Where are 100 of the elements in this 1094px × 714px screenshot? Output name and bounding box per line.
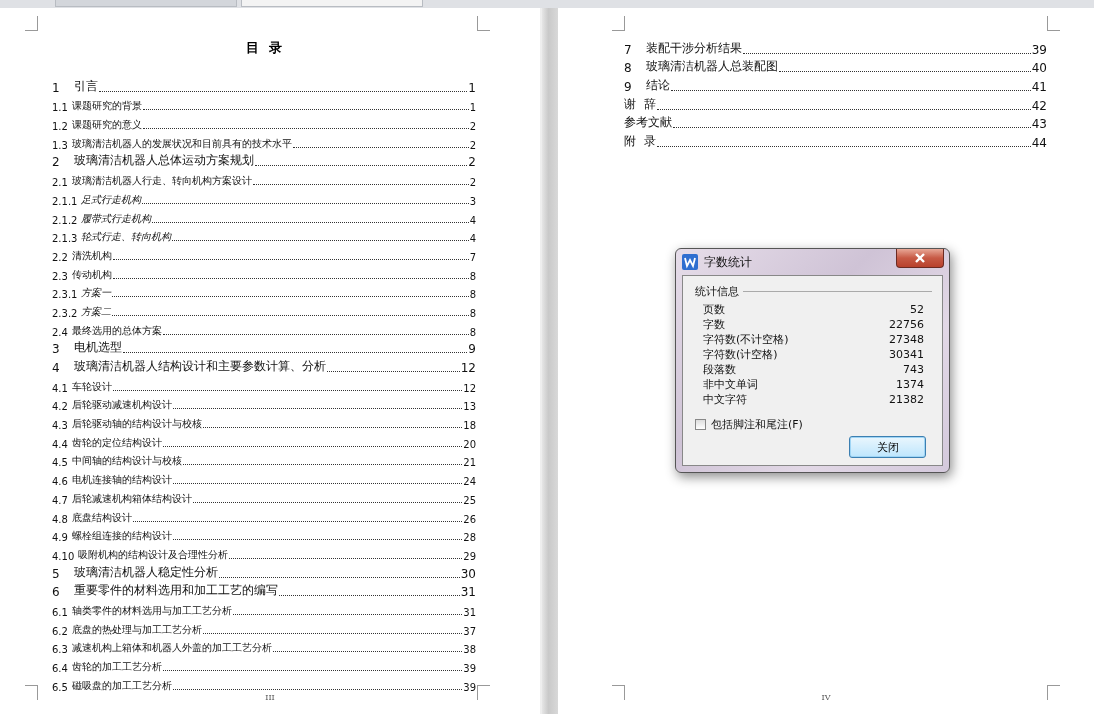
- entry-title: 玻璃清洁机器人的发展状况和目前具有的技术水平: [71, 136, 292, 151]
- page-number: 39: [1031, 42, 1047, 57]
- entry-title: 玻璃清洁机器人稳定性分析: [73, 563, 218, 581]
- page-number: 13: [463, 401, 476, 413]
- page-number: 39: [463, 681, 476, 693]
- page-number: 41: [1031, 80, 1047, 95]
- entry-number: 2.4: [52, 326, 68, 338]
- entry-title: 后轮减速机构箱体结构设计: [71, 491, 192, 506]
- entry-number: 4.2: [52, 401, 68, 413]
- close-dialog-button[interactable]: 关闭: [849, 436, 926, 458]
- page-footer-number: IV: [821, 693, 831, 702]
- entry-number: 6.5: [52, 681, 68, 693]
- entry-number: 2.2: [52, 251, 68, 263]
- entry-title: 传动机构: [71, 267, 112, 282]
- page-number: 8: [469, 270, 476, 282]
- entry-number: 1.3: [52, 139, 68, 151]
- entry-number: 4.4: [52, 438, 68, 450]
- entry-number: 4.8: [52, 513, 68, 525]
- entry-title: 参考文献: [624, 114, 672, 132]
- entry-number: 2.1.1: [52, 195, 78, 207]
- app-logo-icon: [682, 254, 698, 270]
- stat-value: 30341: [889, 347, 924, 362]
- stat-label: 字数: [703, 317, 725, 332]
- page-number: 12: [463, 382, 476, 394]
- entry-title: 车轮设计: [71, 379, 112, 394]
- page-number: 42: [1031, 98, 1047, 113]
- entry-number: 4.6: [52, 476, 68, 488]
- page-number: 4: [469, 233, 476, 245]
- entry-title: 减速机构上箱体和机器人外盖的加工工艺分析: [71, 641, 272, 656]
- entry-title: 谢 辞: [624, 95, 656, 113]
- crop-mark: [477, 685, 490, 700]
- entry-title: 引言: [73, 77, 98, 95]
- entry-number: 1.2: [52, 121, 68, 133]
- entry-number: 8: [624, 61, 632, 76]
- entry-title: 结论: [645, 77, 670, 95]
- page-number: 8: [469, 307, 476, 319]
- stat-value: 21382: [889, 392, 924, 407]
- page-number: 44: [1031, 136, 1047, 151]
- stat-value: 27348: [889, 332, 924, 347]
- stat-value: 743: [903, 362, 924, 377]
- page-number: 37: [463, 625, 476, 637]
- stat-value: 52: [910, 302, 924, 317]
- page-number: 1: [468, 80, 476, 95]
- entry-title: 方案一: [81, 286, 112, 301]
- checkbox[interactable]: [695, 419, 706, 430]
- crop-mark: [1047, 685, 1060, 700]
- entry-title: 底盘的热处理与加工工艺分析: [71, 622, 202, 637]
- stat-label: 页数: [703, 302, 725, 317]
- dialog-title: 字数统计: [704, 254, 752, 269]
- page-number: 2: [469, 121, 476, 133]
- page-number: 31: [463, 606, 476, 618]
- page-number: 2: [469, 139, 476, 151]
- entry-title: 后轮驱动轴的结构设计与校核: [71, 417, 202, 432]
- entry-number: 4: [52, 361, 60, 375]
- entry-title: 履带式行走机构: [81, 211, 152, 226]
- entry-title: 齿轮的加工工艺分析: [71, 660, 162, 674]
- crop-mark: [612, 16, 625, 31]
- entry-number: 1.1: [52, 102, 68, 114]
- page-number: 20: [463, 438, 476, 450]
- stat-value: 1374: [896, 377, 924, 392]
- entry-title: 清洗机构: [71, 248, 112, 263]
- group-label: 统计信息: [695, 284, 739, 299]
- entry-number: 2: [52, 155, 60, 170]
- entry-title: 装配干涉分析结果: [645, 39, 742, 57]
- entry-number: 1: [52, 80, 60, 95]
- entry-title: 附 录: [624, 133, 656, 151]
- checkbox-label[interactable]: 包括脚注和尾注(F): [711, 417, 803, 432]
- stat-label: 段落数: [703, 362, 736, 377]
- stat-label: 中文字符: [703, 392, 747, 407]
- page-number: 7: [469, 251, 476, 263]
- entry-number: 2.3: [52, 270, 68, 282]
- page-number: 25: [463, 494, 476, 506]
- entry-title: 后轮驱动减速机构设计: [71, 398, 172, 413]
- close-button[interactable]: [896, 249, 944, 268]
- entry-title: 玻璃清洁机器人总装配图: [645, 58, 778, 76]
- entry-title: 重要零件的材料选用和加工工艺的编写: [73, 582, 278, 600]
- page-number: 24: [463, 476, 476, 488]
- entry-title: 轴类零件的材料选用与加工工艺分析: [71, 603, 232, 618]
- entry-number: 6.4: [52, 663, 68, 674]
- page-number: 43: [1031, 117, 1047, 132]
- entry-title: 磁吸盘的加工工艺分析: [71, 678, 172, 693]
- entry-title: 玻璃清洁机器人总体运动方案规划: [73, 152, 254, 170]
- entry-number: 4.7: [52, 494, 68, 506]
- entry-title: 方案二: [81, 304, 112, 319]
- page-number: 18: [463, 420, 476, 432]
- entry-number: 6.3: [52, 644, 68, 656]
- page-number: 29: [463, 550, 476, 562]
- entry-number: 4.10: [52, 550, 75, 562]
- entry-number: 6: [52, 585, 60, 600]
- entry-title: 最终选用的总体方案: [71, 323, 162, 338]
- entry-title: 电机选型: [73, 339, 122, 357]
- entry-title: 底盘结构设计: [71, 510, 132, 525]
- crop-mark: [477, 16, 490, 31]
- page-number: 28: [463, 532, 476, 544]
- entry-number: 2.1.2: [52, 214, 78, 226]
- stat-value: 22756: [889, 317, 924, 332]
- page-number: 39: [463, 663, 476, 674]
- page-number: 12: [460, 361, 476, 375]
- page-footer-number: III: [265, 693, 275, 702]
- page-number: 9: [468, 342, 476, 357]
